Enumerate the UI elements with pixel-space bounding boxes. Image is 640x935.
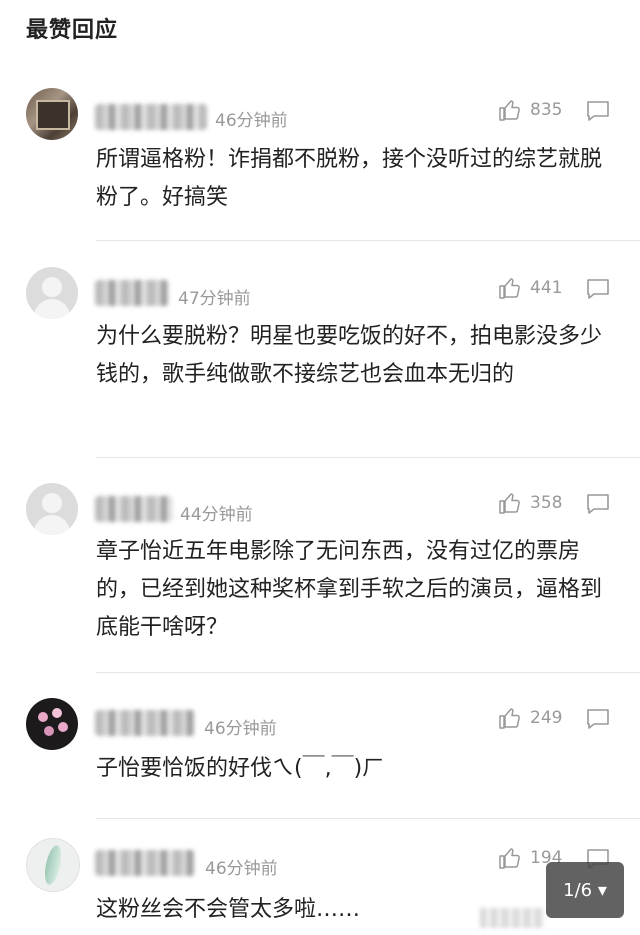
username-blurred[interactable]: [95, 710, 195, 736]
username-blurred[interactable]: [95, 280, 169, 306]
comment-bubble-icon[interactable]: [585, 708, 611, 730]
like-count: 835: [530, 100, 563, 120]
comment-bubble-icon[interactable]: [585, 278, 611, 300]
username-blurred[interactable]: [95, 850, 195, 876]
comment-time: 46分钟前: [205, 859, 278, 879]
page-indicator-button[interactable]: 1/6 ▾: [546, 862, 624, 918]
comment-text: 章子怡近五年电影除了无问东西，没有过亿的票房的，已经到她这种奖杯拿到手软之后的演…: [96, 539, 603, 640]
comment-bubble-icon[interactable]: [585, 493, 611, 515]
divider: [96, 240, 640, 241]
default-avatar[interactable]: [26, 483, 78, 535]
comment-time: 46分钟前: [215, 111, 288, 131]
comment-text: 为什么要脱粉？明星也要吃饭的好不，拍电影没多少钱的，歌手纯做歌不接综艺也会血本无…: [96, 324, 603, 387]
like-count: 441: [530, 278, 563, 298]
thumbs-up-icon[interactable]: [498, 98, 522, 122]
comment-text: 所谓逼格粉！诈捐都不脱粉，接个没听过的综艺就脱粉了。好搞笑: [96, 147, 603, 210]
divider: [96, 457, 640, 458]
user-avatar[interactable]: [26, 88, 78, 140]
thumbs-up-icon[interactable]: [498, 706, 522, 730]
username-blurred[interactable]: [95, 104, 207, 130]
watermark-blurred: [480, 908, 544, 928]
divider: [96, 818, 640, 819]
like-count: 249: [530, 708, 563, 728]
default-avatar[interactable]: [26, 267, 78, 319]
thumbs-up-icon[interactable]: [498, 276, 522, 300]
user-avatar[interactable]: [26, 698, 78, 750]
comment-time: 47分钟前: [178, 289, 251, 309]
comment-bubble-icon[interactable]: [585, 100, 611, 122]
comment-time: 44分钟前: [180, 505, 253, 525]
username-blurred[interactable]: [95, 496, 173, 522]
comment-time: 46分钟前: [204, 719, 277, 739]
like-count: 358: [530, 493, 563, 513]
thumbs-up-icon[interactable]: [498, 491, 522, 515]
thumbs-up-icon[interactable]: [498, 846, 522, 870]
user-avatar[interactable]: [26, 838, 80, 892]
divider: [96, 672, 640, 673]
comment-text: 子怡要恰饭的好伐ㄟ(￣,￣)ㄏ: [96, 756, 385, 781]
section-title: 最赞回应: [26, 18, 119, 43]
